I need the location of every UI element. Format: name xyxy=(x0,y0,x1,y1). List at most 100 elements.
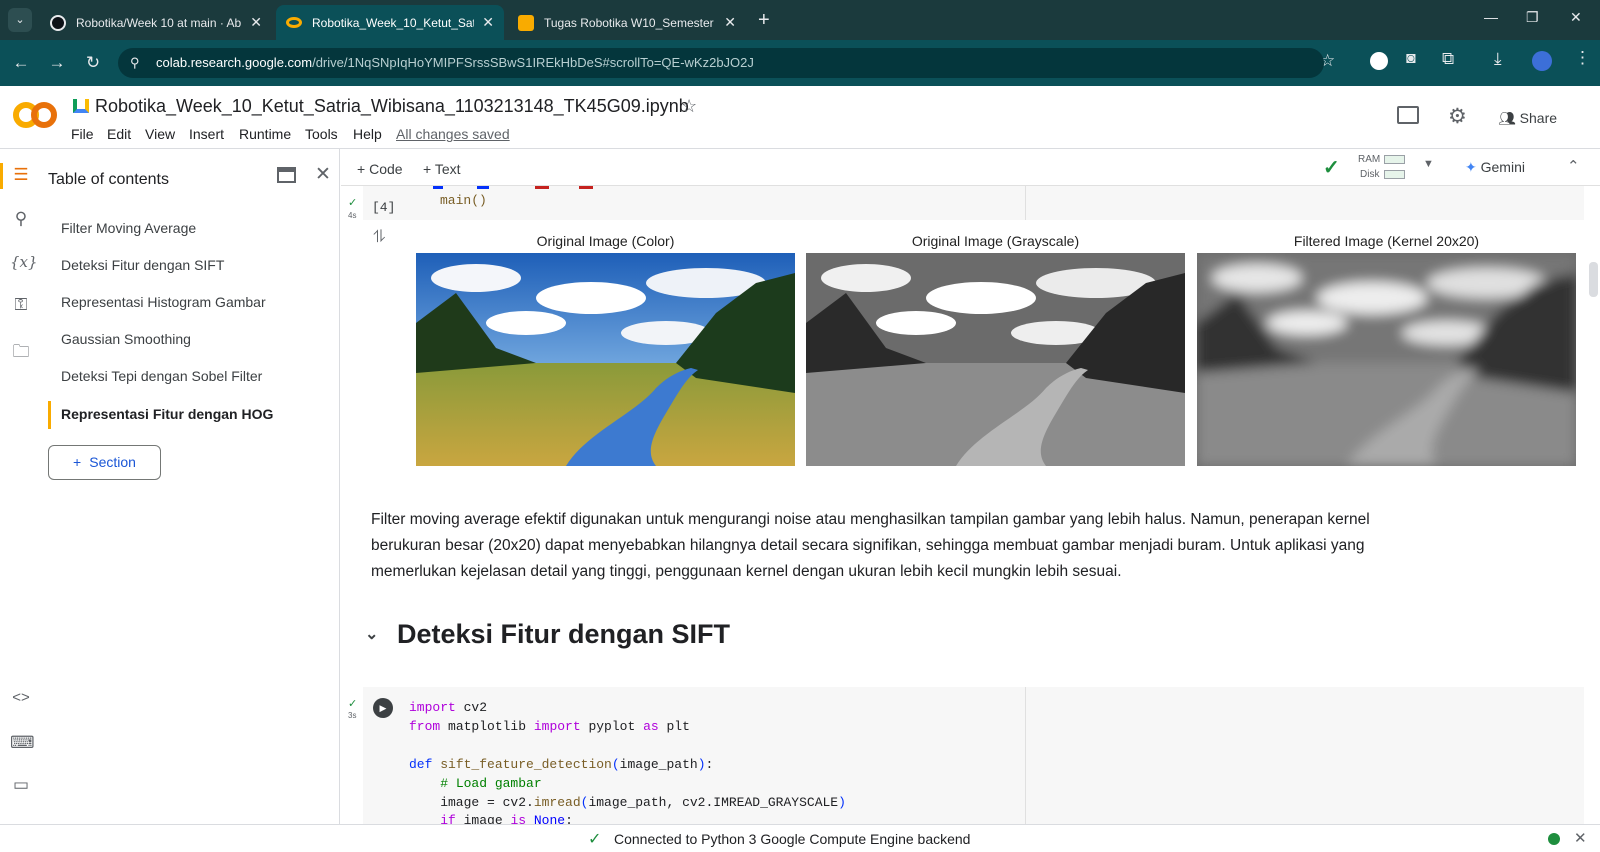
left-rail: ☰ ⚲ {x} ⚿ 🗀 <> ⌨ ▭ xyxy=(0,149,40,824)
files-folder-icon[interactable]: 🗀 xyxy=(10,339,32,361)
code-cell-main[interactable]: main() xyxy=(363,186,1584,220)
resources-dropdown-icon[interactable]: ▼ xyxy=(1423,158,1434,170)
terminal-icon[interactable]: ▭ xyxy=(10,775,32,797)
scrollbar-thumb[interactable] xyxy=(1589,262,1598,297)
browser-tab-github[interactable]: Robotika/Week 10 at main · Abi ✕ xyxy=(40,5,272,40)
plus-icon: + xyxy=(73,454,82,470)
menu-tools[interactable]: Tools xyxy=(305,126,338,142)
close-window-icon[interactable]: ✕ xyxy=(1570,9,1582,26)
toc-item-sift[interactable]: Deteksi Fitur dengan SIFT xyxy=(61,257,224,273)
original-grayscale-image xyxy=(806,253,1185,466)
toc-item-sobel[interactable]: Deteksi Tepi dengan Sobel Filter xyxy=(61,368,262,384)
star-notebook-icon[interactable]: ☆ xyxy=(681,96,697,117)
chrome-menu-icon[interactable]: ⋮ xyxy=(1574,48,1591,68)
exec-check-icon: ✓ xyxy=(348,698,358,710)
colab-favicon-icon xyxy=(286,17,302,28)
plus-icon: + xyxy=(423,161,435,177)
image-caption-color: Original Image (Color) xyxy=(536,233,675,249)
clipped-code-marks xyxy=(433,186,613,189)
gemini-label: Gemini xyxy=(1480,159,1525,175)
exec-count: [4] xyxy=(372,200,396,215)
cell-divider xyxy=(1025,687,1026,825)
forward-icon[interactable]: → xyxy=(46,52,68,74)
browser-tab-slides[interactable]: Tugas Robotika W10_Semester ✕ xyxy=(508,5,746,40)
browser-tab-colab[interactable]: Robotika_Week_10_Ketut_Satria ✕ xyxy=(276,5,504,40)
output-actions-icon[interactable]: ⥮ xyxy=(373,227,385,247)
tab-title: Robotika/Week 10 at main · Abi xyxy=(76,15,243,30)
settings-gear-icon[interactable]: ⚙ xyxy=(1448,104,1467,129)
close-tab-icon[interactable]: ✕ xyxy=(724,14,736,31)
menu-help[interactable]: Help xyxy=(353,126,382,142)
toc-icon[interactable]: ☰ xyxy=(10,165,32,187)
toc-item-gaussian[interactable]: Gaussian Smoothing xyxy=(61,331,191,347)
open-in-tab-icon[interactable] xyxy=(277,167,296,183)
restore-icon[interactable]: ❐ xyxy=(1526,9,1539,26)
add-code-label: Code xyxy=(369,161,403,177)
download-icon[interactable]: ⤓ xyxy=(1494,49,1502,69)
browser-tab-strip: ⌄ Robotika/Week 10 at main · Abi ✕ Robot… xyxy=(0,0,1600,40)
connected-check-icon[interactable]: ✓ xyxy=(1323,155,1340,180)
original-color-image xyxy=(416,253,795,466)
tab-search-button[interactable]: ⌄ xyxy=(8,8,32,32)
slides-icon xyxy=(518,14,534,31)
plus-icon: + xyxy=(357,161,370,177)
add-text-button[interactable]: + Text xyxy=(423,161,461,177)
connection-status-text: Connected to Python 3 Google Compute Eng… xyxy=(614,831,971,847)
share-label: Share xyxy=(1519,110,1558,126)
comments-icon[interactable] xyxy=(1397,106,1419,124)
back-icon[interactable]: ← xyxy=(10,52,32,74)
menu-runtime[interactable]: Runtime xyxy=(239,126,291,142)
drive-icon[interactable] xyxy=(73,99,89,113)
add-section-button[interactable]: + Section xyxy=(48,445,161,480)
profile-avatar[interactable] xyxy=(1532,51,1552,71)
gemini-button[interactable]: ✦ Gemini xyxy=(1465,159,1525,176)
tab-title: Tugas Robotika W10_Semester xyxy=(544,15,714,30)
collapse-chevron-icon[interactable]: ⌃ xyxy=(1567,157,1580,175)
code-snippets-icon[interactable]: <> xyxy=(10,689,32,711)
extension-icon[interactable] xyxy=(1370,52,1388,70)
menu-file[interactable]: File xyxy=(71,126,94,142)
toc-item-filter-moving-average[interactable]: Filter Moving Average xyxy=(61,220,196,236)
menu-edit[interactable]: Edit xyxy=(107,126,131,142)
share-button[interactable]: 👥︎ Share xyxy=(1498,110,1557,127)
ram-label: RAM xyxy=(1358,154,1381,165)
camera-icon[interactable]: ◙ xyxy=(1406,50,1416,68)
close-tab-icon[interactable]: ✕ xyxy=(250,14,262,31)
site-info-icon[interactable]: ⚲ xyxy=(130,48,140,78)
markdown-paragraph: Filter moving average efektif digunakan … xyxy=(371,511,1370,580)
save-status-link[interactable]: All changes saved xyxy=(396,126,510,142)
secrets-key-icon[interactable]: ⚿ xyxy=(10,295,32,317)
new-tab-button[interactable]: + xyxy=(758,9,770,32)
toc-item-hog[interactable]: Representasi Fitur dengan HOG xyxy=(61,406,273,422)
menu-insert[interactable]: Insert xyxy=(189,126,224,142)
menu-view[interactable]: View xyxy=(145,126,175,142)
toc-item-histogram[interactable]: Representasi Histogram Gambar xyxy=(61,294,266,310)
gemini-sparkle-icon: ✦ xyxy=(1465,159,1477,175)
disk-meter xyxy=(1384,170,1405,179)
minimize-icon[interactable]: — xyxy=(1484,9,1498,25)
ram-meter xyxy=(1384,155,1405,164)
notebook-toolbar: + Code + Text ✓ RAM Disk ▼ ✦ Gemini ⌃ xyxy=(341,149,1600,186)
command-palette-icon[interactable]: ⌨ xyxy=(10,733,35,755)
code-line: main() xyxy=(440,193,487,208)
address-bar[interactable]: ⚲ colab.research.google.com/drive/1NqSNp… xyxy=(118,48,1324,78)
people-icon: 👥︎ xyxy=(1498,110,1516,126)
tab-title: Robotika_Week_10_Ketut_Satria xyxy=(312,15,475,30)
status-close-icon[interactable]: ✕ xyxy=(1574,829,1587,847)
collapse-section-chevron-icon[interactable]: ⌄ xyxy=(365,624,378,644)
exec-time: 4s xyxy=(348,211,357,220)
run-cell-button[interactable]: ▶ xyxy=(373,698,393,718)
puzzle-icon[interactable]: ⧉ xyxy=(1442,49,1454,69)
add-code-button[interactable]: + Code xyxy=(357,161,403,177)
reload-icon[interactable]: ↻ xyxy=(82,52,104,74)
section-button-label: Section xyxy=(89,454,136,470)
disk-label: Disk xyxy=(1360,169,1380,180)
variables-icon[interactable]: {x} xyxy=(10,253,38,275)
notebook-title[interactable]: Robotika_Week_10_Ketut_Satria_Wibisana_1… xyxy=(95,96,689,117)
colab-logo[interactable] xyxy=(13,99,57,131)
cell-divider xyxy=(1025,186,1026,220)
search-icon[interactable]: ⚲ xyxy=(10,209,32,231)
close-panel-icon[interactable]: ✕ xyxy=(315,163,331,186)
code-line-4: def sift_feature_detection(image_path): xyxy=(409,757,714,772)
close-tab-icon[interactable]: ✕ xyxy=(482,14,494,31)
